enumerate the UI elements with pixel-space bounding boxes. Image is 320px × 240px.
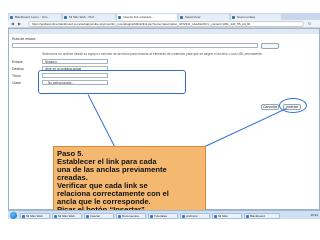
taskbar-item-label: Blackboard xyxy=(250,213,266,218)
taskbar-item-label: Mi Sitio Web xyxy=(58,213,75,218)
app-icon xyxy=(54,214,57,218)
tab-label: Mi Sitio Web - Pref... xyxy=(69,15,97,19)
taskbar-item-label: Tutoriales xyxy=(154,213,168,218)
browser-tab-strip: Blackboard Learn :: Gim... Mi Sitio Web … xyxy=(8,13,320,20)
app-icon xyxy=(246,214,249,218)
field-label: Destino xyxy=(12,67,24,71)
taskbar-item[interactable]: Insertar xyxy=(84,212,114,219)
back-icon[interactable]: ◀ xyxy=(11,22,15,26)
taskbar-item[interactable]: Tutoriales xyxy=(148,212,178,219)
taskbar-item-label: Archivos xyxy=(186,213,198,218)
taskbar-item[interactable]: Documentos xyxy=(116,212,146,219)
instruction-callout: Paso 5. Establecer el link para cada una… xyxy=(53,146,206,214)
taskbar-item[interactable]: Blackboard xyxy=(244,212,280,219)
forward-icon[interactable]: ▶ xyxy=(18,22,22,26)
taskbar-item-label: Mi Sitio Web xyxy=(26,213,43,218)
page-favicon-icon xyxy=(118,15,121,19)
cancel-button[interactable]: Cancelar xyxy=(261,104,279,110)
tab-label: Blackboard Learn :: Gim... xyxy=(15,15,50,19)
refresh-icon[interactable]: ↻ xyxy=(308,22,312,26)
address-bar: ◀ ▶ https://anillaconline.blackboard.com… xyxy=(8,20,320,28)
form-description: Seleccione un archivo desde su equipo o … xyxy=(42,52,263,56)
app-icon xyxy=(214,214,217,218)
dialog-header xyxy=(9,29,319,34)
tab-label: Nuevo enlace xyxy=(237,15,256,19)
taskbar-item-label: Mi Sitio xyxy=(218,213,228,218)
app-icon xyxy=(86,214,89,218)
app-icon xyxy=(118,214,121,218)
taskbar-item[interactable]: Mi Sitio xyxy=(212,212,242,219)
page-favicon-icon xyxy=(232,15,235,19)
field-label: Clase xyxy=(12,81,21,85)
browse-button[interactable] xyxy=(261,43,279,49)
page-favicon-icon xyxy=(64,15,67,19)
url-input[interactable]: https://anillaconline.blackboard.com/web… xyxy=(28,21,304,27)
taskbar-item[interactable]: Archivos xyxy=(180,212,210,219)
system-clock: 10:21 xyxy=(310,212,318,217)
tab-label: Seleccionar xyxy=(185,15,201,19)
taskbar-item[interactable]: Mi Sitio Web xyxy=(20,212,50,219)
page-favicon-icon xyxy=(180,15,183,19)
taskbar-item-label: Insertar xyxy=(90,213,101,218)
field-label: Enlace xyxy=(12,60,23,64)
tab-label: Insertar link enlazado ... xyxy=(123,15,155,19)
page-favicon-icon xyxy=(10,15,13,19)
taskbar-item-label: Documentos xyxy=(122,213,139,218)
fields-highlight-box xyxy=(38,70,186,94)
taskbar: Mi Sitio Web Mi Sitio Web Insertar Docum… xyxy=(8,210,320,219)
field-label: Título xyxy=(12,74,21,78)
start-button-icon[interactable] xyxy=(10,212,17,219)
link-url-input[interactable] xyxy=(12,43,258,48)
link-url-label: Ruta de enlace xyxy=(12,37,36,41)
app-icon xyxy=(182,214,185,218)
app-icon xyxy=(150,214,153,218)
taskbar-item[interactable]: Mi Sitio Web xyxy=(52,212,82,219)
app-icon xyxy=(22,214,25,218)
target-select[interactable]: Ninguno xyxy=(42,59,108,64)
